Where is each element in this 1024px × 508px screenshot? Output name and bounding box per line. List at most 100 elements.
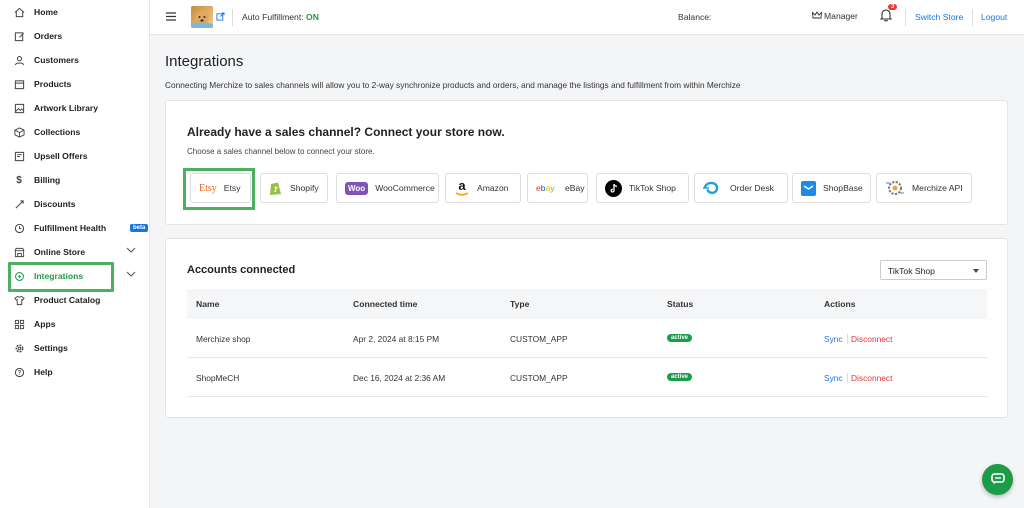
account-type: CUSTOM_APP — [510, 373, 568, 383]
sidebar-item-label: Discounts — [34, 199, 76, 209]
connect-store-card: Already have a sales channel? Connect yo… — [165, 100, 1008, 225]
channel-ebay-button[interactable]: ebay eBay — [527, 173, 588, 203]
chat-support-button[interactable] — [982, 464, 1013, 495]
tiktok-icon — [605, 179, 622, 197]
sidebar-item-artwork-library[interactable]: Artwork Library — [8, 97, 142, 119]
chevron-down-icon[interactable] — [126, 246, 136, 256]
sync-link[interactable]: Sync — [824, 373, 843, 383]
table-header: Name Connected time Type Status Actions — [187, 289, 987, 319]
channel-label: Merchize API — [912, 183, 963, 193]
channel-shopbase-button[interactable]: ShopBase — [792, 173, 871, 203]
caret-down-icon — [973, 269, 979, 273]
page-description: Connecting Merchize to sales channels wi… — [165, 80, 741, 90]
channel-amazon-button[interactable]: a Amazon — [445, 173, 521, 203]
channel-label: TikTok Shop — [629, 183, 676, 193]
top-header: Auto Fulfillment: ON Balance: Manager 3 … — [150, 0, 1024, 35]
sidebar-item-label: Fulfillment Health — [34, 223, 107, 233]
store-icon — [12, 245, 26, 259]
apps-icon — [12, 317, 26, 331]
account-name: ShopMeCH — [196, 373, 240, 383]
action-divider — [847, 373, 848, 383]
sidebar-item-product-catalog[interactable]: Product Catalog — [8, 289, 142, 311]
disconnect-link[interactable]: Disconnect — [851, 334, 892, 344]
channel-merchize-api-button[interactable]: Merchize API — [876, 173, 972, 203]
order-desk-icon — [703, 181, 723, 195]
user-icon — [12, 53, 26, 67]
sidebar-item-label: Apps — [34, 319, 56, 329]
dollar-icon: $ — [16, 174, 22, 186]
chat-icon — [990, 472, 1005, 487]
integrations-highlight — [8, 262, 114, 292]
account-name: Merchize shop — [196, 334, 251, 344]
sidebar-item-fulfillment-health[interactable]: Fulfillment Health beta — [8, 217, 149, 239]
menu-icon[interactable] — [166, 12, 176, 23]
sidebar-item-billing[interactable]: $ Billing — [8, 169, 142, 191]
sidebar-item-orders[interactable]: Orders — [8, 25, 142, 47]
balance-label: Balance: — [678, 12, 712, 22]
connect-title: Already have a sales channel? Connect yo… — [187, 125, 505, 139]
sidebar-item-customers[interactable]: Customers — [8, 49, 142, 71]
sidebar-item-label: Upsell Offers — [34, 151, 88, 161]
column-header-name: Name — [196, 299, 220, 309]
offer-icon — [12, 149, 26, 163]
svg-text:ebay: ebay — [536, 183, 555, 193]
channel-label: ShopBase — [823, 183, 863, 193]
channel-filter-value: TikTok Shop — [888, 266, 935, 276]
svg-text:a: a — [458, 179, 466, 193]
sidebar-item-label: Online Store — [34, 247, 86, 257]
sync-link[interactable]: Sync — [824, 334, 843, 344]
box-icon — [12, 77, 26, 91]
sidebar-item-apps[interactable]: Apps — [8, 313, 142, 335]
auto-fulfillment-label: Auto Fulfillment: — [242, 12, 304, 22]
channel-shopify-button[interactable]: Shopify — [260, 173, 328, 203]
sidebar-item-label: Customers — [34, 55, 79, 65]
accounts-connected-card: Accounts connected TikTok Shop Name Conn… — [165, 238, 1008, 418]
auto-fulfillment-value: ON — [306, 12, 319, 22]
sidebar-item-upsell-offers[interactable]: Upsell Offers — [8, 145, 142, 167]
column-header-type: Type — [510, 299, 530, 309]
channel-woocommerce-button[interactable]: Woo WooCommerce — [336, 173, 439, 203]
sidebar-item-label: Billing — [34, 175, 61, 185]
sidebar-item-collections[interactable]: Collections — [8, 121, 142, 143]
status-badge: active — [667, 373, 693, 381]
shopbase-icon — [801, 180, 816, 196]
channel-label: eBay — [565, 183, 585, 193]
sidebar-item-label: Collections — [34, 127, 81, 137]
sidebar-item-help[interactable]: ? Help — [8, 361, 142, 383]
header-divider — [232, 9, 233, 26]
channel-order-desk-button[interactable]: Order Desk — [694, 173, 788, 203]
sidebar-item-online-store[interactable]: Online Store — [8, 241, 142, 263]
sidebar-item-label: Home — [34, 7, 58, 17]
chevron-down-icon[interactable] — [126, 270, 136, 280]
channel-label: Amazon — [477, 183, 509, 193]
sidebar-item-products[interactable]: Products — [8, 73, 142, 95]
column-header-actions: Actions — [824, 299, 856, 309]
svg-text:?: ? — [17, 370, 21, 376]
sidebar-item-label: Help — [34, 367, 53, 377]
bell-icon[interactable] — [879, 8, 893, 24]
switch-store-link[interactable]: Switch Store — [915, 12, 963, 22]
status-badge: active — [667, 334, 693, 342]
disconnect-link[interactable]: Disconnect — [851, 373, 892, 383]
sidebar-item-settings[interactable]: Settings — [8, 337, 142, 359]
account-type: CUSTOM_APP — [510, 334, 568, 344]
action-divider — [847, 334, 848, 344]
channel-tiktok-shop-button[interactable]: TikTok Shop — [596, 173, 689, 203]
sidebar-item-home[interactable]: Home — [8, 1, 142, 23]
cube-icon — [12, 125, 26, 139]
external-link-icon[interactable] — [216, 12, 225, 23]
woocommerce-logo-text: Woo — [345, 181, 369, 195]
table-row: ShopMeCH Dec 16, 2024 at 2:36 AM CUSTOM_… — [187, 358, 987, 397]
logout-link[interactable]: Logout — [981, 12, 1007, 22]
sidebar-item-label: Settings — [34, 343, 68, 353]
edit-icon — [12, 29, 26, 43]
channel-filter-select[interactable]: TikTok Shop — [880, 260, 987, 280]
crown-icon — [811, 11, 823, 21]
store-avatar[interactable] — [191, 6, 213, 28]
api-gear-icon — [885, 179, 905, 197]
header-divider — [972, 9, 973, 26]
channel-label: WooCommerce — [375, 183, 435, 193]
connected-time: Dec 16, 2024 at 2:36 AM — [353, 373, 446, 383]
sidebar-item-discounts[interactable]: Discounts — [8, 193, 142, 215]
manager-menu[interactable]: Manager — [811, 11, 858, 21]
